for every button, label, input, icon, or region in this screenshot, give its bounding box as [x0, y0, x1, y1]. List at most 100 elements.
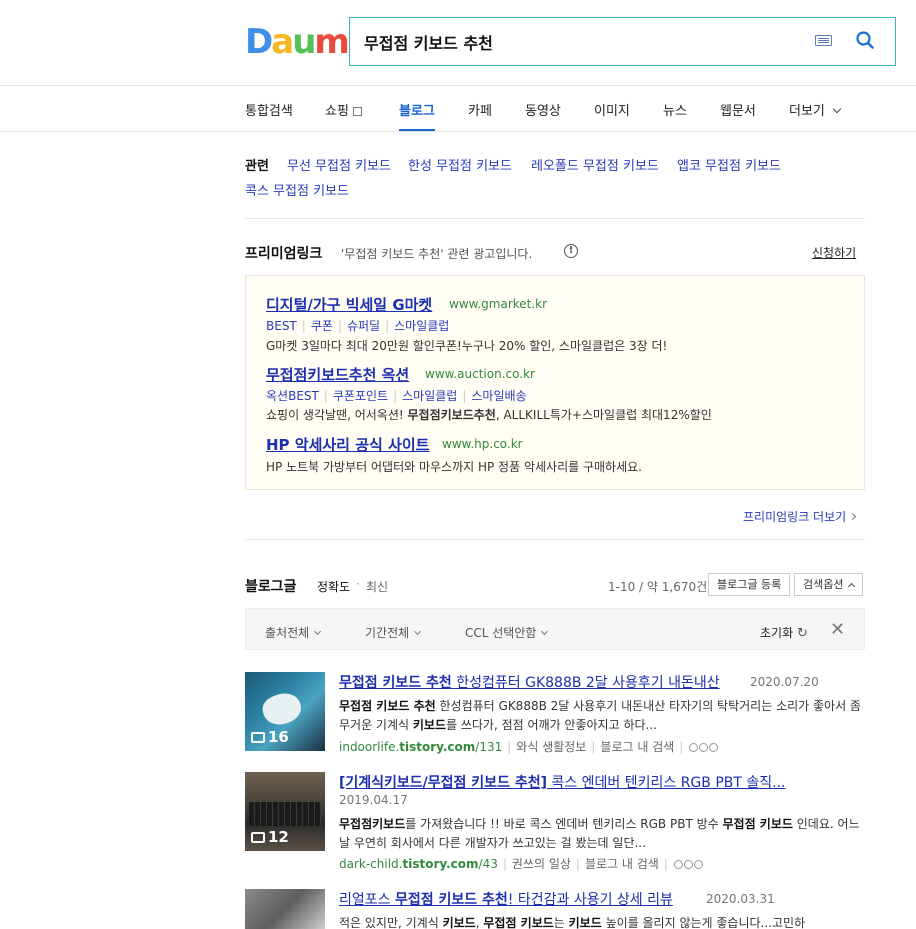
filter-source[interactable]: 출처전체 [265, 624, 322, 641]
ad-url: www.gmarket.kr [449, 297, 548, 311]
ad-sublinks: BEST | 쿠폰 | 슈퍼딜 | 스마일클럽 [266, 319, 450, 333]
result-description: 무접점키보드를 가져왔습니다 !! 바로 콕스 엔데버 텐키리스 RGB PBT… [339, 817, 860, 850]
result-title-keyword: [기계식키보드/무접점 키보드 추천] [339, 775, 547, 791]
thumbnail-keyboard-shape [249, 802, 321, 826]
logo-letter-d: D [245, 22, 273, 62]
search-input[interactable] [364, 28, 784, 56]
camera-icon [251, 732, 265, 743]
result-title-keyword: 무접점 키보드 추천 [339, 675, 452, 691]
tab-all[interactable]: 통합검색 [245, 100, 293, 119]
chevron-up-icon [847, 582, 856, 591]
filter-source-label: 출처전체 [265, 626, 310, 640]
ad-sublink[interactable]: 스마일클럽 [394, 319, 449, 333]
premium-title: 프리미엄링크 [245, 246, 323, 262]
blog-section-title: 블로그글 [245, 579, 297, 595]
result-thumbnail[interactable]: 12 [245, 772, 325, 851]
result-meta: dark-child.tistory.com/43 | 권쓰의 일상 | 블로그 내 검… [339, 855, 703, 872]
in-blog-search-link[interactable]: 블로그 내 검색 [585, 857, 659, 871]
search-options-button[interactable]: 검색옵션 [794, 573, 863, 596]
filter-period[interactable]: 기간전체 [365, 624, 422, 641]
result-title[interactable]: 무접점 키보드 추천 한성컴퓨터 GK888B 2달 사용후기 내돈내산 [339, 672, 720, 692]
url-domain: tistory.com [399, 740, 476, 754]
result-thumbnail[interactable] [245, 889, 325, 929]
result-title-text: 한성컴퓨터 GK888B 2달 사용후기 내돈내산 [451, 675, 720, 691]
result-title[interactable]: [기계식키보드/무접점 키보드 추천] 콕스 엔데버 텐키리스 RGB PBT … [339, 772, 786, 792]
tab-shopping-label: 쇼핑 [325, 104, 349, 119]
result-title-text: ! 타건감과 사용기 상세 리뷰 [507, 892, 673, 908]
ad-url: www.auction.co.kr [425, 367, 535, 381]
header-divider [0, 85, 916, 86]
related-item[interactable]: 한성 무접점 키보드 [408, 155, 512, 174]
image-count-value: 12 [268, 828, 289, 846]
ad-sublinks: 옥션BEST | 쿠폰포인트 | 스마일클럽 | 스마일배송 [266, 389, 527, 403]
apply-link[interactable]: 신청하기 [812, 244, 856, 261]
tab-more-label: 더보기 [789, 104, 825, 119]
result-date: 2020.03.31 [706, 892, 775, 906]
ad-desc: G마켓 3일마다 최대 20만원 할인쿠폰!누구나 20% 할인, 스마일클럽은… [266, 339, 668, 353]
related-item[interactable]: 무선 무접점 키보드 [287, 155, 391, 174]
ad-title[interactable]: 무접점키보드추천 옥션 [266, 364, 409, 385]
register-blog-button[interactable]: 블로그글 등록 [708, 573, 791, 596]
keyboard-icon[interactable] [815, 35, 832, 46]
result-url[interactable]: dark-child.tistory.com/43 [339, 857, 498, 871]
ad-title[interactable]: HP 악세사리 공식 사이트 [266, 434, 429, 455]
logo-letter-m: m [314, 22, 349, 62]
ad-sublink[interactable]: 쿠폰포인트 [333, 389, 388, 403]
ad-sublink[interactable]: 쿠폰 [311, 319, 333, 333]
result-date: 2019.04.17 [339, 793, 408, 807]
tab-webdoc[interactable]: 웹문서 [720, 100, 756, 119]
ad-url: www.hp.co.kr [442, 437, 523, 451]
info-icon[interactable]: ! [564, 244, 578, 258]
ccl-icon [673, 860, 683, 869]
result-category[interactable]: 권쓰의 일상 [512, 857, 571, 871]
related-item[interactable]: 앱코 무접점 키보드 [677, 155, 781, 174]
premium-more-label: 프리미엄링크 더보기 [743, 510, 847, 524]
tab-blog[interactable]: 블로그 [399, 100, 435, 119]
refresh-icon: ↻ [796, 626, 808, 641]
result-thumbnail[interactable]: 16 [245, 672, 325, 751]
url-text: dark-child. [339, 857, 403, 871]
image-count-value: 16 [268, 728, 289, 746]
related-item[interactable]: 콕스 무접점 키보드 [245, 180, 349, 199]
meta-separator: | [663, 857, 668, 871]
tab-image[interactable]: 이미지 [594, 100, 630, 119]
ad-title[interactable]: 디지털/가구 빅세일 G마켓 [266, 294, 432, 315]
sort-accuracy[interactable]: 정확도 [317, 578, 350, 595]
image-count: 16 [251, 728, 289, 746]
daum-logo[interactable]: Daum [245, 22, 350, 62]
ccl-icon [693, 860, 703, 869]
sort-recent[interactable]: 최신 [366, 578, 388, 595]
tab-more[interactable]: 더보기 [789, 100, 842, 119]
ad-desc: HP 노트북 가방부터 어댑터와 마우스까지 HP 정품 악세사리를 구매하세요… [266, 460, 642, 474]
result-url[interactable]: indoorlife.tistory.com/131 [339, 740, 502, 754]
chevron-down-icon [313, 627, 322, 636]
ad-sublink[interactable]: 옥션BEST [266, 389, 319, 403]
divider [245, 539, 865, 540]
related-item[interactable]: 레오폴드 무접점 키보드 [531, 155, 659, 174]
tab-news[interactable]: 뉴스 [663, 100, 687, 119]
logo-letter-u: u [292, 22, 316, 62]
search-icon[interactable] [856, 31, 874, 49]
url-text: indoorlife. [339, 740, 400, 754]
filter-ccl[interactable]: CCL 선택안함 [465, 624, 549, 641]
chevron-down-icon [541, 627, 549, 636]
ad-sublink[interactable]: 스마일클럽 [402, 389, 457, 403]
close-icon[interactable]: ✕ [830, 619, 845, 640]
chevron-right-icon [848, 512, 857, 521]
tab-shopping[interactable]: 쇼핑 [325, 100, 362, 119]
filter-reset[interactable]: 초기화 ↻ [760, 624, 808, 641]
tab-video[interactable]: 동영상 [525, 100, 561, 119]
premium-more-link[interactable]: 프리미엄링크 더보기 [743, 508, 857, 525]
in-blog-search-link[interactable]: 블로그 내 검색 [600, 740, 674, 754]
tab-cafe[interactable]: 카페 [468, 100, 492, 119]
ccl-icon [683, 860, 693, 869]
ad-sublink[interactable]: BEST [266, 319, 297, 333]
ad-sublink[interactable]: 슈퍼딜 [347, 319, 380, 333]
filter-period-label: 기간전체 [365, 626, 410, 640]
ccl-icon [699, 743, 709, 752]
ad-sublink[interactable]: 스마일배송 [471, 389, 526, 403]
result-title[interactable]: 리얼포스 무접점 키보드 추천! 타건감과 사용기 상세 리뷰 [339, 889, 673, 909]
ad-desc-text: , ALLKILL특가+스마일클럽 최대12%할인 [495, 408, 712, 422]
result-category[interactable]: 와식 생활정보 [516, 740, 586, 754]
result-title-text: 콕스 엔데버 텐키리스 RGB PBT 솔직... [546, 775, 786, 791]
